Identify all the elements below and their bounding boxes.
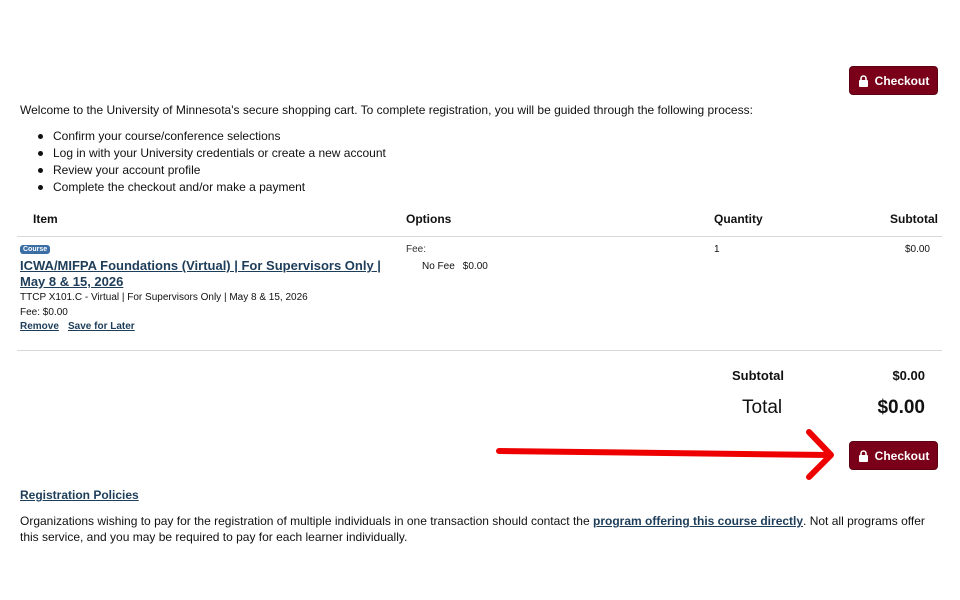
course-meta: TTCP X101.C - Virtual | For Supervisors … xyxy=(20,292,308,303)
course-badge: Course xyxy=(20,245,51,254)
course-fee: Fee: $0.00 xyxy=(20,307,68,318)
step-item: Confirm your course/conference selection… xyxy=(38,128,386,145)
row-subtotal: $0.00 xyxy=(904,244,930,255)
header-subtotal: Subtotal xyxy=(890,212,938,226)
step-item: Review your account profile xyxy=(38,162,386,179)
option-name: No Fee xyxy=(422,261,455,272)
program-contact-link[interactable]: program offering this course directly xyxy=(593,514,803,528)
course-title-link[interactable]: ICWA/MIFPA Foundations (Virtual) | For S… xyxy=(20,258,390,290)
total-value: $0.00 xyxy=(877,397,925,418)
option-value: No Fee $0.00 xyxy=(422,261,488,272)
organization-note: Organizations wishing to pay for the reg… xyxy=(20,513,940,545)
quantity-value: 1 xyxy=(714,244,720,255)
checkout-button-bottom[interactable]: Checkout xyxy=(849,441,938,470)
subtotal-value: $0.00 xyxy=(892,368,925,383)
red-arrow-annotation xyxy=(496,429,834,480)
lock-icon xyxy=(858,449,868,462)
header-item: Item xyxy=(33,212,58,226)
registration-policies-link[interactable]: Registration Policies xyxy=(20,488,139,502)
option-price: $0.00 xyxy=(462,261,488,272)
intro-text: Welcome to the University of Minnesota's… xyxy=(20,103,753,117)
remove-link[interactable]: Remove xyxy=(20,321,59,332)
step-item: Log in with your University credentials … xyxy=(38,145,386,162)
checkout-label: Checkout xyxy=(874,448,930,463)
step-item: Complete the checkout and/or make a paym… xyxy=(38,179,386,196)
org-note-text: Organizations wishing to pay for the reg… xyxy=(20,514,593,528)
checkout-label: Checkout xyxy=(874,73,930,88)
divider xyxy=(17,236,942,237)
checkout-button-top[interactable]: Checkout xyxy=(849,66,938,95)
lock-icon xyxy=(858,74,868,87)
process-steps: Confirm your course/conference selection… xyxy=(38,128,386,196)
header-quantity: Quantity xyxy=(714,212,763,226)
subtotal-label: Subtotal xyxy=(732,368,784,383)
save-for-later-link[interactable]: Save for Later xyxy=(68,321,135,332)
option-label: Fee: xyxy=(406,244,427,255)
header-options: Options xyxy=(406,212,452,226)
total-label: Total xyxy=(742,397,783,418)
divider xyxy=(17,350,942,351)
